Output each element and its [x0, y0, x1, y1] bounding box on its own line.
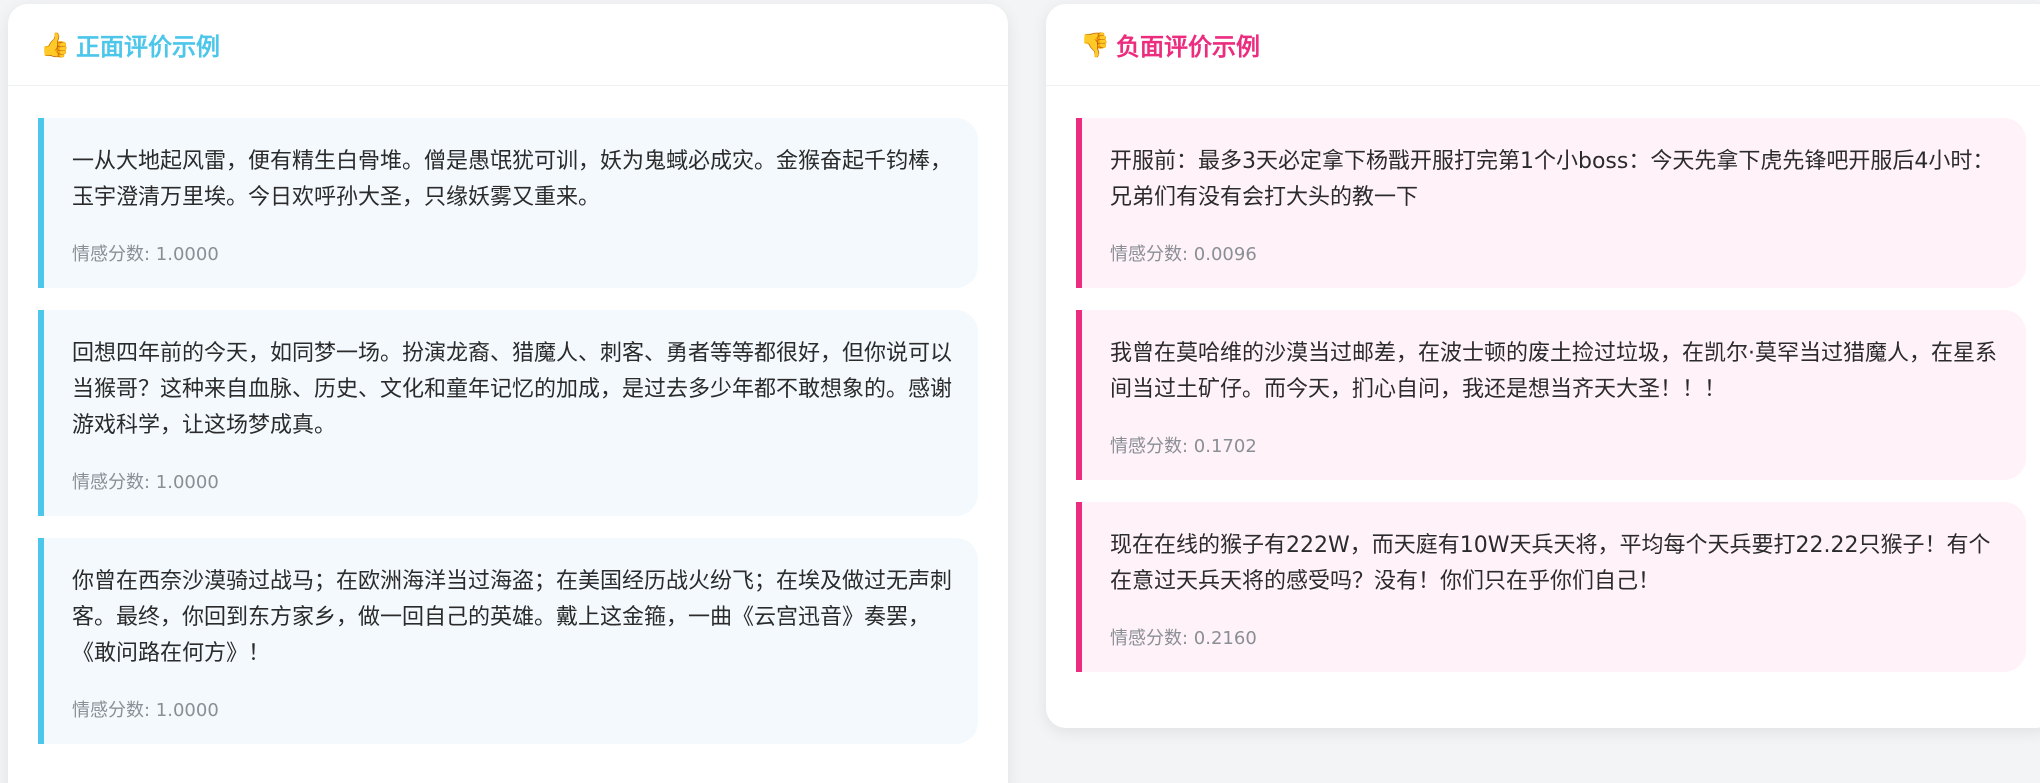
sentiment-score: 情感分数: 0.0096: [1110, 240, 2002, 266]
score-label: 情感分数:: [72, 472, 156, 493]
score-value: 1.0000: [155, 700, 219, 721]
review-text: 我曾在莫哈维的沙漠当过邮差，在波士顿的废土捡过垃圾，在凯尔·莫罕当过猎魔人，在星…: [1110, 341, 1997, 402]
review-text: 回想四年前的今天，如同梦一场。扮演龙裔、猎魔人、刺客、勇者等等都很好，但你说可以…: [72, 341, 953, 438]
score-value: 1.0000: [155, 244, 219, 265]
score-value: 0.0096: [1193, 244, 1257, 265]
review-card: 你曾在西奈沙漠骑过战马；在欧洲海洋当过海盗；在美国经历战火纷飞；在埃及做过无声刺…: [38, 538, 978, 744]
review-text: 你曾在西奈沙漠骑过战马；在欧洲海洋当过海盗；在美国经历战火纷飞；在埃及做过无声刺…: [72, 569, 953, 666]
review-card: 一从大地起风雷，便有精生白骨堆。僧是愚氓犹可训，妖为鬼蜮必成灾。金猴奋起千钧棒，…: [38, 118, 978, 288]
sentiment-score: 情感分数: 1.0000: [72, 468, 954, 494]
negative-reviews-panel: 👎 负面评价示例 开服前：最多3天必定拿下杨戬开服打完第1个小boss：今天先拿…: [1046, 4, 2040, 728]
score-label: 情感分数:: [72, 700, 156, 721]
positive-panel-title: 正面评价示例: [76, 33, 220, 61]
negative-panel-header: 👎 负面评价示例: [1046, 4, 2040, 86]
page: 👍 正面评价示例 一从大地起风雷，便有精生白骨堆。僧是愚氓犹可训，妖为鬼蜮必成灾…: [0, 0, 2040, 783]
score-label: 情感分数:: [1110, 244, 1194, 265]
review-card: 回想四年前的今天，如同梦一场。扮演龙裔、猎魔人、刺客、勇者等等都很好，但你说可以…: [38, 310, 978, 516]
review-text: 现在在线的猴子有222W，而天庭有10W天兵天将，平均每个天兵要打22.22只猴…: [1110, 533, 1991, 594]
positive-panel-header: 👍 正面评价示例: [8, 4, 1008, 86]
review-text: 一从大地起风雷，便有精生白骨堆。僧是愚氓犹可训，妖为鬼蜮必成灾。金猴奋起千钧棒，…: [72, 149, 953, 210]
sentiment-score: 情感分数: 0.2160: [1110, 624, 2002, 650]
sentiment-score: 情感分数: 0.1702: [1110, 432, 2002, 458]
thumbs-down-icon: 👎: [1080, 30, 1110, 59]
score-value: 1.0000: [155, 472, 219, 493]
review-card: 开服前：最多3天必定拿下杨戬开服打完第1个小boss：今天先拿下虎先锋吧开服后4…: [1076, 118, 2026, 288]
score-value: 0.1702: [1193, 436, 1257, 457]
negative-panel-title: 负面评价示例: [1116, 33, 1260, 61]
positive-reviews-panel: 👍 正面评价示例 一从大地起风雷，便有精生白骨堆。僧是愚氓犹可训，妖为鬼蜮必成灾…: [8, 4, 1008, 783]
thumbs-up-icon: 👍: [40, 30, 70, 59]
review-text: 开服前：最多3天必定拿下杨戬开服打完第1个小boss：今天先拿下虎先锋吧开服后4…: [1110, 149, 1995, 210]
review-card: 现在在线的猴子有222W，而天庭有10W天兵天将，平均每个天兵要打22.22只猴…: [1076, 502, 2026, 672]
sentiment-score: 情感分数: 1.0000: [72, 696, 954, 722]
sentiment-score: 情感分数: 1.0000: [72, 240, 954, 266]
score-label: 情感分数:: [1110, 436, 1194, 457]
review-card: 我曾在莫哈维的沙漠当过邮差，在波士顿的废土捡过垃圾，在凯尔·莫罕当过猎魔人，在星…: [1076, 310, 2026, 480]
score-label: 情感分数:: [72, 244, 156, 265]
negative-card-list: 开服前：最多3天必定拿下杨戬开服打完第1个小boss：今天先拿下虎先锋吧开服后4…: [1046, 86, 2040, 672]
positive-card-list: 一从大地起风雷，便有精生白骨堆。僧是愚氓犹可训，妖为鬼蜮必成灾。金猴奋起千钧棒，…: [8, 86, 1008, 744]
score-value: 0.2160: [1193, 628, 1257, 649]
score-label: 情感分数:: [1110, 628, 1194, 649]
